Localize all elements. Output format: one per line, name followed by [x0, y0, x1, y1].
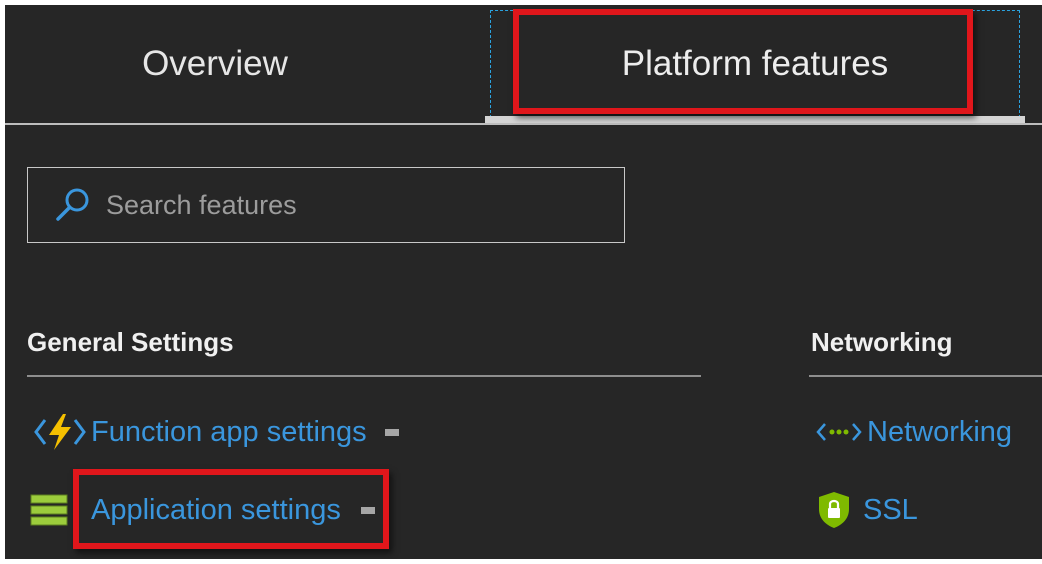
function-app-settings-label: Function app settings — [91, 415, 367, 448]
application-settings-link[interactable]: Application settings — [29, 483, 375, 537]
search-icon — [50, 182, 96, 228]
networking-icon — [815, 415, 863, 449]
networking-label: Networking — [867, 415, 1013, 448]
networking-divider — [809, 375, 1042, 377]
networking-link[interactable]: Networking — [815, 405, 1012, 459]
networking-heading: Networking — [811, 327, 953, 357]
tab-overview-label: Overview — [142, 44, 288, 83]
search-input[interactable] — [106, 189, 586, 221]
function-app-icon — [33, 412, 87, 452]
search-box[interactable] — [27, 167, 625, 243]
ssl-label: SSL — [863, 493, 918, 526]
pin-icon[interactable] — [360, 506, 375, 514]
tabs-divider — [5, 123, 1042, 125]
ssl-shield-icon — [817, 491, 851, 529]
application-settings-label: Application settings — [91, 493, 341, 526]
general-settings-divider — [27, 375, 701, 377]
function-app-blade: Overview Platform features General Setti… — [5, 5, 1042, 559]
tab-overview[interactable]: Overview — [25, 5, 405, 123]
general-settings-heading: General Settings — [27, 327, 234, 357]
tab-platform-features-label: Platform features — [621, 44, 889, 83]
function-app-settings-link[interactable]: Function app settings — [33, 405, 399, 459]
ssl-link[interactable]: SSL — [817, 483, 918, 537]
tab-platform-features[interactable]: Platform features — [485, 5, 1025, 123]
pin-icon[interactable] — [384, 428, 399, 436]
app-settings-icon — [29, 493, 69, 527]
